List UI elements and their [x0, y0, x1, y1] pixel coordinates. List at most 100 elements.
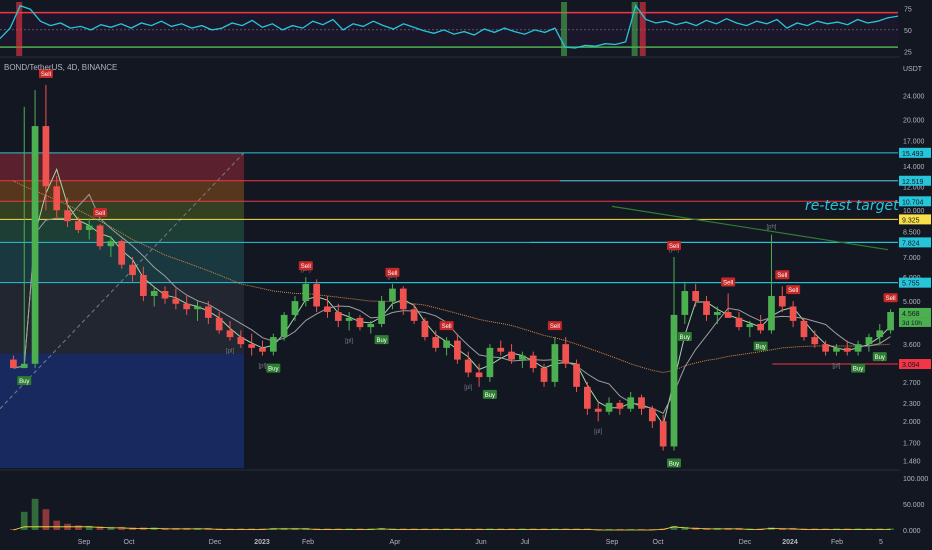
sell-signal-label: Sell: [886, 296, 896, 302]
sell-signal-label: Sell: [723, 280, 733, 286]
price-ytick: 2.700: [903, 380, 921, 387]
candle-body: [204, 306, 212, 318]
candle-body: [194, 306, 201, 310]
candle-body: [421, 320, 429, 338]
buy-signal-label: Buy: [376, 338, 386, 344]
candle-body: [724, 312, 732, 318]
candle-body: [313, 283, 320, 307]
time-tick: Sep: [78, 539, 91, 546]
price-label: 10.704: [902, 199, 924, 206]
time-tick: Dec: [739, 539, 752, 546]
time-tick: Oct: [124, 539, 135, 546]
price-label: 12.519: [902, 179, 924, 186]
candle-body: [670, 314, 678, 447]
candle-body: [681, 291, 689, 315]
candle-body: [713, 312, 721, 315]
sell-signal-label: Sell: [387, 271, 397, 277]
candle-body: [259, 347, 266, 352]
pivot-label: [pl]: [594, 429, 602, 435]
retest-annotation: re-test target: [805, 198, 899, 214]
volume-bar: [118, 526, 126, 530]
price-label: 5.755: [902, 281, 920, 288]
time-tick: Sep: [606, 539, 619, 546]
candle-body: [389, 288, 396, 302]
buy-signal-label: Buy: [669, 461, 679, 467]
buy-signal-label: Buy: [680, 335, 690, 341]
price-ytick: 1.480: [903, 459, 921, 466]
price-ytick: 1.700: [903, 441, 921, 448]
candle-body: [129, 264, 136, 276]
volume-ytick: 50.000: [903, 502, 925, 509]
price-ytick: 5.000: [903, 299, 921, 306]
candle-body: [562, 344, 570, 364]
pivot-label: [pl]: [226, 349, 234, 355]
candle-body: [96, 225, 104, 247]
candle-body: [638, 397, 645, 409]
candle-body: [584, 386, 591, 409]
time-tick: Jul: [521, 539, 530, 546]
candle-body: [822, 344, 829, 352]
candle-body: [269, 337, 277, 352]
osc-ytick: 50: [904, 28, 912, 35]
candle-body: [280, 314, 288, 338]
candle-body: [226, 330, 234, 338]
candle-body: [399, 288, 407, 310]
price-ytick: 2.300: [903, 401, 921, 408]
sell-signal-label: Sell: [442, 324, 452, 330]
price-ytick: 24.000: [903, 93, 925, 100]
candle-body: [172, 298, 180, 304]
volume-ytick: 100.000: [903, 476, 928, 483]
candle-body: [757, 323, 764, 331]
candle-body: [800, 320, 808, 338]
candle-body: [454, 340, 461, 360]
candle-body: [789, 306, 797, 321]
candle-body: [432, 337, 440, 348]
candle-body: [10, 359, 17, 369]
price-ytick: 14.000: [903, 164, 925, 171]
sell-signal-label: Sell: [41, 72, 51, 78]
candle-body: [75, 221, 82, 230]
candle-body: [594, 408, 602, 412]
osc-signal-column: [639, 2, 646, 56]
price-label: 4.568: [902, 311, 920, 318]
currency-label[interactable]: USDT: [903, 66, 923, 73]
candle-body: [573, 363, 580, 387]
pivot-label: [ph]: [766, 225, 776, 231]
candle-body: [443, 340, 450, 348]
candle-body: [529, 355, 537, 369]
price-ytick: 7.000: [903, 255, 921, 262]
symbol-title[interactable]: BOND/TetherUS, 4D, BINANCE: [4, 63, 117, 72]
osc-signal-column: [16, 2, 23, 56]
candle-body: [367, 323, 375, 328]
sell-signal-label: Sell: [301, 264, 311, 270]
time-tick: 5: [879, 539, 883, 546]
candle-body: [183, 303, 191, 310]
candle-body: [356, 317, 364, 328]
buy-signal-label: Buy: [875, 355, 885, 361]
candle-body: [627, 397, 635, 409]
sell-signal-label: Sell: [777, 273, 787, 279]
sell-signal-label: Sell: [788, 288, 798, 294]
candle-body: [118, 241, 126, 265]
candle-body: [20, 363, 28, 369]
candle-body: [887, 312, 894, 331]
candle-body: [334, 312, 342, 321]
candle-body: [161, 291, 169, 299]
osc-signal-column: [561, 2, 568, 56]
pivot-label: [pl]: [464, 385, 472, 391]
candle-body: [85, 225, 93, 230]
candle-body: [150, 291, 158, 296]
pivot-label: [pl]: [258, 364, 266, 370]
candle-body: [410, 309, 418, 321]
time-tick: Feb: [831, 539, 843, 546]
time-tick: Apr: [390, 539, 402, 546]
candle-body: [291, 301, 299, 315]
candle-body: [746, 323, 754, 328]
candle-body: [302, 283, 310, 302]
candle-body: [605, 402, 613, 412]
candle-body: [811, 337, 819, 345]
candle-body: [464, 359, 472, 373]
candle-body: [475, 372, 483, 378]
candle-body: [865, 337, 873, 345]
buy-signal-label: Buy: [19, 379, 29, 385]
